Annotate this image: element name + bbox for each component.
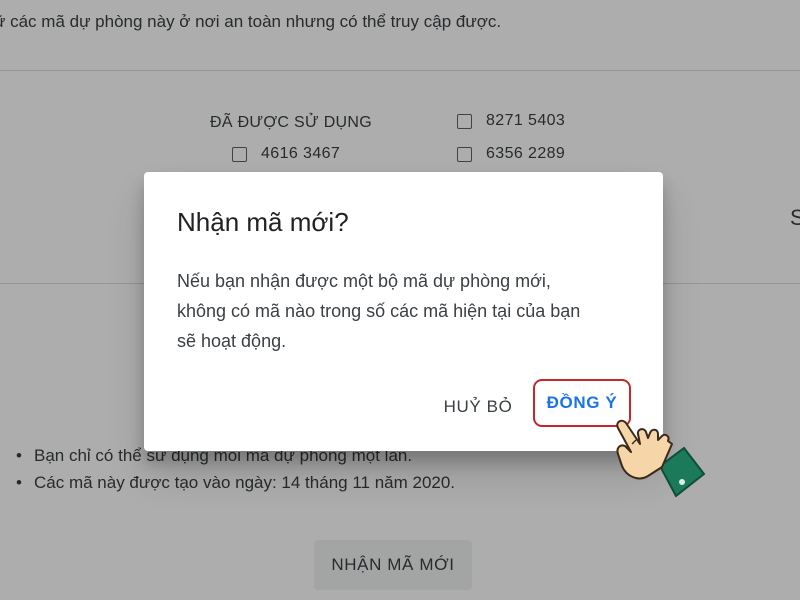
dialog-body: Nếu bạn nhận được một bộ mã dự phòng mới… <box>177 266 637 356</box>
dialog-body-line: Nếu bạn nhận được một bộ mã dự phòng mới… <box>177 271 551 291</box>
dialog-title: Nhận mã mới? <box>177 207 349 237</box>
cancel-button[interactable]: HUỶ BỎ <box>433 390 523 424</box>
confirm-dialog: Nhận mã mới? Nếu bạn nhận được một bộ mã… <box>144 172 663 451</box>
pointing-hand-icon <box>616 419 706 498</box>
dialog-body-line: không có mã nào trong số các mã hiện tại… <box>177 301 581 321</box>
dialog-body-line: sẽ hoạt động. <box>177 331 287 351</box>
